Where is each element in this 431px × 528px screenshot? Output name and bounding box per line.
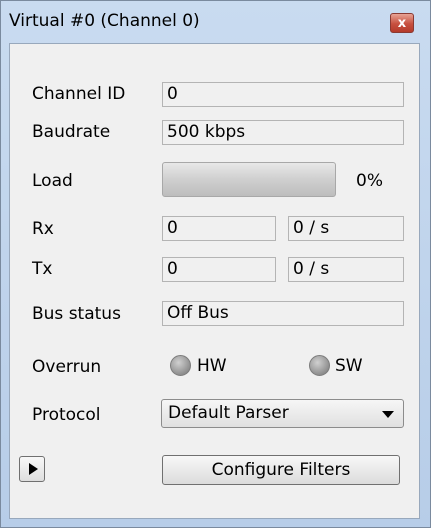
rx-label: Rx: [32, 219, 54, 239]
play-button[interactable]: [19, 456, 45, 482]
hw-overrun-label: HW: [197, 356, 227, 376]
sw-overrun-led: [309, 355, 330, 376]
title-bar[interactable]: Virtual #0 (Channel 0) x: [1, 1, 430, 41]
load-label: Load: [32, 171, 73, 191]
play-icon: [29, 463, 38, 475]
channel-panel: Channel ID 0 Baudrate 500 kbps Load 0% R…: [9, 43, 420, 519]
rx-count-field: 0: [162, 216, 276, 241]
protocol-select[interactable]: Default Parser: [161, 399, 404, 428]
channel-window: Virtual #0 (Channel 0) x Channel ID 0 Ba…: [0, 0, 431, 528]
hw-overrun-led: [170, 355, 191, 376]
overrun-label: Overrun: [32, 357, 102, 377]
dropdown-arrow-icon: [382, 411, 394, 418]
baudrate-label: Baudrate: [32, 122, 111, 142]
tx-label: Tx: [32, 259, 53, 279]
channel-id-field: 0: [162, 82, 404, 107]
baudrate-field: 500 kbps: [162, 120, 404, 145]
configure-filters-button[interactable]: Configure Filters: [162, 455, 400, 485]
tx-count-field: 0: [162, 257, 276, 282]
load-percent: 0%: [356, 171, 383, 191]
load-progress-bar: [162, 162, 336, 197]
channel-id-label: Channel ID: [32, 84, 126, 104]
close-button[interactable]: x: [390, 13, 414, 33]
bus-status-label: Bus status: [32, 304, 121, 324]
sw-overrun-label: SW: [335, 356, 363, 376]
rx-rate-field: 0 / s: [288, 216, 404, 241]
protocol-label: Protocol: [32, 405, 101, 425]
tx-rate-field: 0 / s: [288, 257, 404, 282]
window-title: Virtual #0 (Channel 0): [9, 11, 200, 31]
protocol-selected-value: Default Parser: [168, 403, 289, 423]
bus-status-field: Off Bus: [162, 301, 404, 326]
